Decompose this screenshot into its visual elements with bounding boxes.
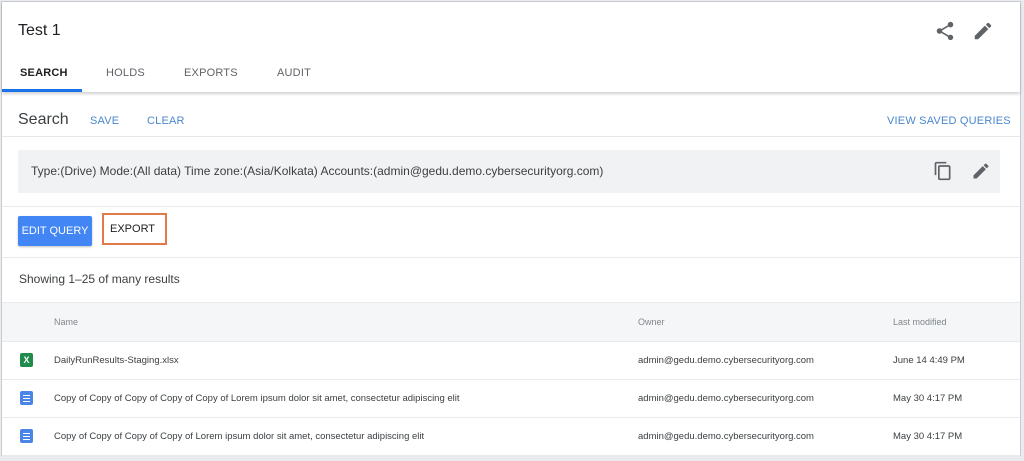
document-file-icon (20, 391, 33, 405)
table-row[interactable]: X DailyRunResults-Staging.xlsx admin@ged… (2, 342, 1020, 380)
column-header-last-modified[interactable]: Last modified (893, 317, 947, 327)
table-row[interactable]: Copy of Copy of Copy of Copy of Lorem ip… (2, 418, 1020, 456)
spreadsheet-file-icon: X (20, 353, 33, 367)
view-saved-queries-button[interactable]: VIEW SAVED QUERIES (887, 115, 1011, 127)
file-last-modified: June 14 4:49 PM (893, 355, 965, 366)
matter-tabs: SEARCH HOLDS EXPORTS AUDIT (2, 60, 1020, 92)
search-toolbar: Search SAVE CLEAR VIEW SAVED QUERIES (2, 102, 1020, 137)
query-summary-text: Type:(Drive) Mode:(All data) Time zone:(… (31, 164, 604, 178)
column-header-owner[interactable]: Owner (638, 317, 665, 327)
matter-title: Test 1 (18, 22, 61, 39)
copy-icon[interactable] (933, 161, 953, 181)
active-tab-indicator (2, 89, 82, 92)
file-last-modified: May 30 4:17 PM (893, 431, 963, 442)
search-heading: Search (18, 111, 69, 128)
share-icon[interactable] (934, 20, 956, 42)
table-row[interactable]: Copy of Copy of Copy of Copy of Copy of … (2, 380, 1020, 418)
matter-header: Test 1 SEARCH HOLDS EXPORTS AUDIT (2, 2, 1020, 92)
results-count: Showing 1–25 of many results (19, 272, 180, 286)
clear-button[interactable]: CLEAR (147, 115, 185, 127)
tab-audit[interactable]: AUDIT (277, 60, 311, 92)
tab-search[interactable]: SEARCH (20, 60, 68, 92)
tab-exports[interactable]: EXPORTS (184, 60, 238, 92)
file-name: Copy of Copy of Copy of Copy of Lorem ip… (54, 431, 425, 442)
document-file-icon (20, 429, 33, 443)
table-header: Name Owner Last modified (2, 302, 1020, 342)
save-button[interactable]: SAVE (90, 115, 119, 127)
file-name: DailyRunResults-Staging.xlsx (54, 355, 179, 366)
edit-pencil-icon[interactable] (972, 20, 994, 42)
divider (2, 206, 1020, 207)
export-button[interactable]: EXPORT (102, 213, 167, 245)
file-owner: admin@gedu.demo.cybersecurityorg.com (638, 355, 814, 366)
query-summary: Type:(Drive) Mode:(All data) Time zone:(… (18, 150, 1000, 193)
edit-query-pencil-icon[interactable] (971, 161, 991, 181)
file-owner: admin@gedu.demo.cybersecurityorg.com (638, 393, 814, 404)
divider (2, 257, 1020, 258)
edit-query-button[interactable]: EDIT QUERY (18, 216, 92, 246)
tab-holds[interactable]: HOLDS (106, 60, 145, 92)
file-name: Copy of Copy of Copy of Copy of Copy of … (54, 393, 460, 404)
file-owner: admin@gedu.demo.cybersecurityorg.com (638, 431, 814, 442)
file-last-modified: May 30 4:17 PM (893, 393, 963, 404)
vault-matter-window: Test 1 SEARCH HOLDS EXPORTS AUDIT Search… (1, 1, 1021, 456)
column-header-name[interactable]: Name (54, 317, 78, 327)
